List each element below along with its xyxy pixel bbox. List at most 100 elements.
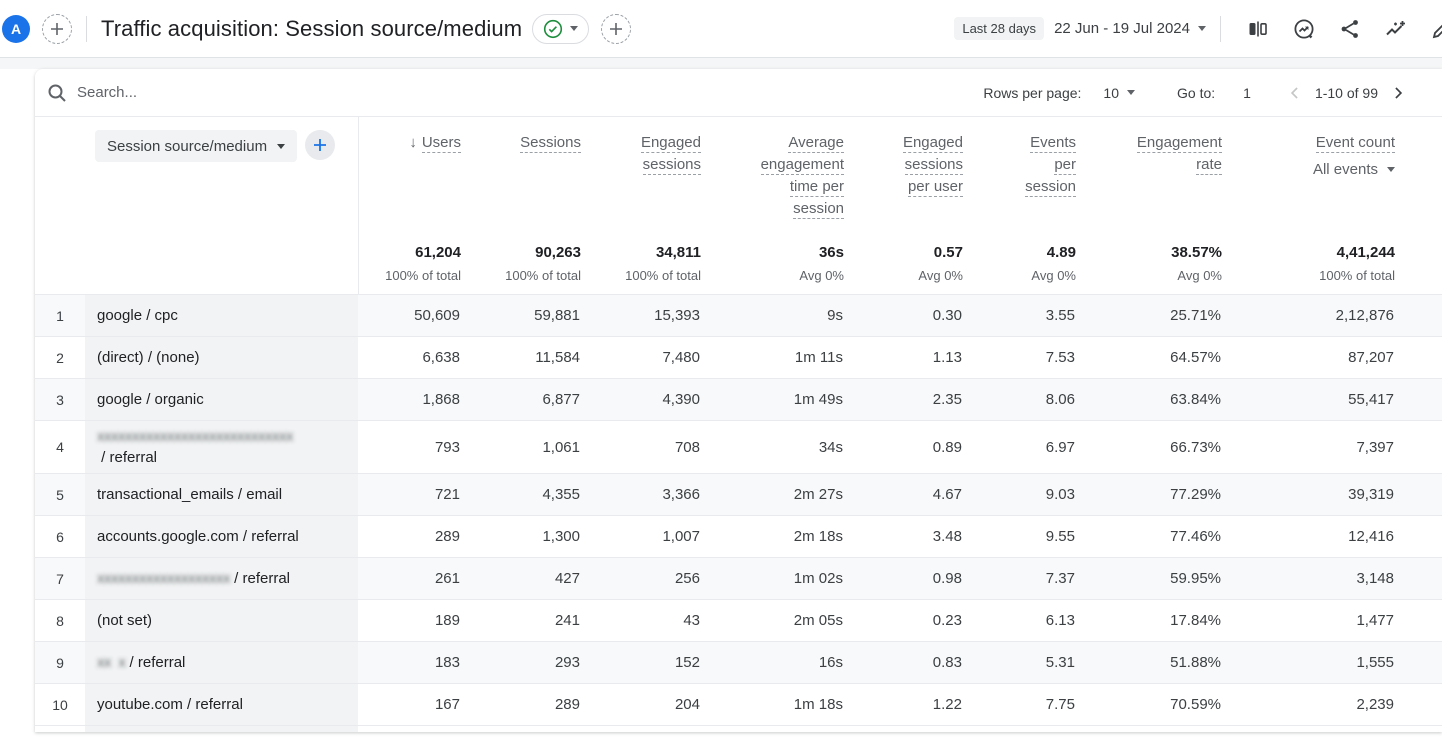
source-medium-text: (direct) / (none) bbox=[97, 347, 200, 368]
source-medium-cell: accounts.google.com / referral bbox=[85, 516, 358, 557]
total-value: 61,204 bbox=[415, 244, 461, 261]
column-header-engagement-rate[interactable]: Engagementrate bbox=[1076, 117, 1222, 235]
metric-value: 1m 49s bbox=[700, 379, 843, 420]
metric-value: 152 bbox=[580, 642, 700, 683]
metric-value: 0.30 bbox=[843, 295, 962, 336]
next-page-button[interactable] bbox=[1388, 83, 1408, 103]
add-dimension-button[interactable] bbox=[305, 130, 335, 160]
event-filter-select[interactable]: All events bbox=[1313, 161, 1395, 178]
insights-circle-icon[interactable] bbox=[1292, 17, 1316, 41]
add-comparison-button[interactable] bbox=[42, 14, 72, 44]
metric-value: 9s bbox=[700, 295, 843, 336]
goto-page-input[interactable]: 1 bbox=[1243, 85, 1251, 101]
metric-value: 50,609 bbox=[358, 295, 460, 336]
report-status-pill[interactable] bbox=[532, 14, 589, 44]
source-medium-cell: google / cpc bbox=[85, 295, 358, 336]
source-medium-text: youtube.com / referral bbox=[97, 694, 243, 715]
column-header-engaged-sessions[interactable]: Engagedsessions bbox=[581, 117, 701, 235]
metric-value: 87,207 bbox=[1221, 337, 1394, 378]
rows-per-page-select[interactable]: 10 bbox=[1103, 85, 1135, 101]
metric-value: 1m 02s bbox=[700, 558, 843, 599]
metric-value: 183 bbox=[358, 642, 460, 683]
dimension-column-stub bbox=[85, 726, 358, 732]
row-metrics: 6,63811,5847,4801m 11s1.137.5364.57%87,2… bbox=[358, 337, 1442, 378]
metric-value: 1m 11s bbox=[700, 337, 843, 378]
metric-value: 721 bbox=[358, 474, 460, 515]
column-header-sessions[interactable]: Sessions bbox=[461, 117, 581, 235]
metric-value: 204 bbox=[580, 684, 700, 725]
column-header-event-count[interactable]: Event countAll events bbox=[1222, 117, 1395, 235]
total-value: 0.57 bbox=[934, 244, 963, 261]
metric-value: 293 bbox=[460, 642, 580, 683]
report-card: Rows per page: 10 Go to: 1 1-10 of 99 Se… bbox=[35, 69, 1442, 732]
metric-value: 6,877 bbox=[460, 379, 580, 420]
top-header: A Traffic acquisition: Session source/me… bbox=[0, 0, 1442, 58]
source-medium-cell: google / organic bbox=[85, 379, 358, 420]
table-row: 2 (direct) / (none) 6,63811,5847,4801m 11s… bbox=[35, 337, 1442, 379]
total-cell: 61,204100% of total bbox=[359, 235, 461, 294]
prev-page-button[interactable] bbox=[1285, 83, 1305, 103]
total-value: 36s bbox=[819, 244, 844, 261]
total-value: 90,263 bbox=[535, 244, 581, 261]
metric-value: 0.83 bbox=[843, 642, 962, 683]
source-medium-text: / referral bbox=[125, 652, 185, 673]
avatar[interactable]: A bbox=[2, 15, 30, 43]
column-header-events-per-session[interactable]: Eventspersession bbox=[963, 117, 1076, 235]
chevron-down-icon bbox=[1387, 167, 1395, 172]
redacted-source-text: xxxxxxxxxxxxxxxxxxxxxxxxxxxx bbox=[97, 426, 293, 447]
metric-value: 3,366 bbox=[580, 474, 700, 515]
add-report-button[interactable] bbox=[601, 14, 631, 44]
metric-value: 241 bbox=[460, 600, 580, 641]
column-header-users[interactable]: ↓Users bbox=[359, 117, 461, 235]
row-metrics: 7214,3553,3662m 27s4.679.0377.29%39,319 bbox=[358, 474, 1442, 515]
metric-value: 2m 27s bbox=[700, 474, 843, 515]
dimension-selector[interactable]: Session source/medium bbox=[95, 130, 297, 162]
avatar-letter: A bbox=[11, 21, 21, 37]
metric-value: 17.84% bbox=[1075, 600, 1221, 641]
total-value: 38.57% bbox=[1171, 244, 1222, 261]
chevron-down-icon bbox=[277, 144, 285, 149]
metric-value: 2m 18s bbox=[700, 516, 843, 557]
metric-value: 7.75 bbox=[962, 684, 1075, 725]
metric-value: 1,868 bbox=[358, 379, 460, 420]
row-rank: 8 bbox=[35, 600, 85, 641]
metric-value: 1,555 bbox=[1221, 642, 1394, 683]
metric-value: 25.71% bbox=[1075, 295, 1221, 336]
metric-value: 0.23 bbox=[843, 600, 962, 641]
chevron-down-icon[interactable] bbox=[1198, 26, 1206, 31]
metric-value: 43 bbox=[580, 600, 700, 641]
column-header-avg-engagement-time[interactable]: Averageengagementtime persession bbox=[701, 117, 844, 235]
date-preset-chip[interactable]: Last 28 days bbox=[954, 17, 1044, 40]
row-metrics: 50,60959,88115,3939s0.303.5525.71%2,12,8… bbox=[358, 295, 1442, 336]
row-rank: 2 bbox=[35, 337, 85, 378]
metric-value: 427 bbox=[460, 558, 580, 599]
search-input[interactable] bbox=[77, 84, 377, 101]
source-medium-text: google / organic bbox=[97, 389, 204, 410]
source-medium-cell: youtube.com / referral bbox=[85, 684, 358, 725]
source-medium-text: / referral bbox=[97, 447, 157, 468]
table-row: 6accounts.google.com / referral2891,3001… bbox=[35, 516, 1442, 558]
row-rank: 9 bbox=[35, 642, 85, 683]
row-metrics: 189241432m 05s0.236.1317.84%1,477 bbox=[358, 600, 1442, 641]
comparison-icon[interactable] bbox=[1246, 17, 1270, 41]
share-icon[interactable] bbox=[1338, 17, 1362, 41]
total-cell: 4.89Avg 0% bbox=[963, 235, 1076, 294]
source-medium-text: / referral bbox=[230, 568, 290, 589]
metric-value: 51.88% bbox=[1075, 642, 1221, 683]
metric-value: 15,393 bbox=[580, 295, 700, 336]
sparkline-insights-icon[interactable] bbox=[1384, 17, 1408, 41]
chevron-down-icon bbox=[1127, 90, 1135, 95]
column-header-engaged-sessions-per-user[interactable]: Engagedsessionsper user bbox=[844, 117, 963, 235]
pagination-range: 1-10 of 99 bbox=[1315, 85, 1378, 101]
table-row: 10youtube.com / referral1672892041m 18s1… bbox=[35, 684, 1442, 726]
date-range-selector[interactable]: 22 Jun - 19 Jul 2024 bbox=[1054, 20, 1190, 37]
metric-value: 1.13 bbox=[843, 337, 962, 378]
header-shadow-band bbox=[0, 58, 1442, 69]
edit-pencil-icon[interactable] bbox=[1430, 17, 1442, 41]
table-row: 5transactional_emails / email7214,3553,3… bbox=[35, 474, 1442, 516]
metric-value: 3.48 bbox=[843, 516, 962, 557]
metric-value: 55,417 bbox=[1221, 379, 1394, 420]
plus-icon bbox=[50, 22, 64, 36]
metric-value: 5.31 bbox=[962, 642, 1075, 683]
row-rank: 7 bbox=[35, 558, 85, 599]
